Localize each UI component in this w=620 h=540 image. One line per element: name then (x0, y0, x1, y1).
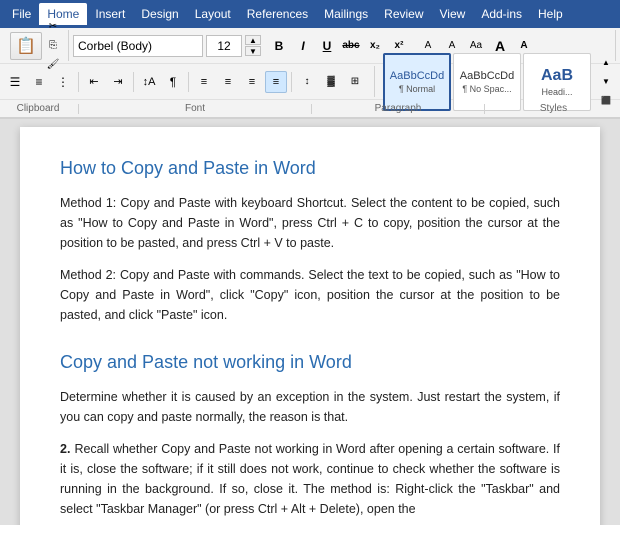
style-nospace[interactable]: AaBbCcDd ¶ No Spac... (453, 53, 521, 111)
menu-design[interactable]: Design (133, 3, 186, 25)
numbering-button[interactable]: ≡ (28, 71, 50, 93)
bullets-button[interactable]: ☰ (4, 71, 26, 93)
paragraph-1: Method 1: Copy and Paste with keyboard S… (60, 193, 560, 253)
borders-button[interactable]: ⊞ (344, 71, 366, 93)
styles-group: AaBbCcDd ¶ Normal AaBbCcDd ¶ No Spac... … (379, 66, 617, 97)
multilevel-list-button[interactable]: ⋮ (52, 71, 74, 93)
justify-button[interactable]: ≡ (265, 71, 287, 93)
style-heading1[interactable]: AaB Headi... (523, 53, 591, 111)
menu-layout[interactable]: Layout (187, 3, 239, 25)
para-num-2: 2. (60, 442, 70, 456)
ribbon-labels: Clipboard Font Paragraph Styles (0, 100, 620, 118)
menu-review[interactable]: Review (376, 3, 431, 25)
align-right-button[interactable]: ≡ (241, 71, 263, 93)
decrease-font-size-button[interactable]: ▼ (245, 46, 261, 56)
copy-button[interactable]: ⎘ (44, 37, 62, 55)
paragraph-label: Paragraph (318, 103, 478, 114)
style-normal-preview: AaBbCcDd (390, 70, 444, 82)
show-hide-button[interactable]: ¶ (162, 71, 184, 93)
heading-1: How to Copy and Paste in Word (60, 155, 560, 183)
align-left-button[interactable]: ≡ (193, 71, 215, 93)
clipboard-group: 📋 ✂ ⎘ 🖌 (4, 30, 69, 61)
strikethrough-button[interactable]: abc (340, 35, 362, 57)
paragraph-4-text: Recall whether Copy and Paste not workin… (60, 442, 560, 516)
menu-references[interactable]: References (239, 3, 316, 25)
shading-button[interactable]: ▓ (320, 71, 342, 93)
ribbon-row2: ☰ ≡ ⋮ ⇤ ⇥ ↕A ¶ ≡ ≡ ≡ ≡ ↕ ▓ (0, 64, 620, 100)
increase-indent-button[interactable]: ⇥ (107, 71, 129, 93)
menu-bar: File Home Insert Design Layout Reference… (0, 0, 620, 28)
paragraph-group: ☰ ≡ ⋮ ⇤ ⇥ ↕A ¶ ≡ ≡ ≡ ≡ ↕ ▓ (4, 66, 375, 97)
menu-insert[interactable]: Insert (87, 3, 133, 25)
paragraph-2: Method 2: Copy and Paste with commands. … (60, 265, 560, 325)
style-heading1-label: Headi... (541, 87, 572, 97)
line-spacing-button[interactable]: ↕ (296, 71, 318, 93)
document-area[interactable]: How to Copy and Paste in Word Method 1: … (0, 119, 620, 525)
styles-scroll-down[interactable]: ▼ (595, 72, 617, 91)
cut-button[interactable]: ✂ (44, 18, 62, 36)
menu-help[interactable]: Help (530, 3, 571, 25)
paragraph-3: Determine whether it is caused by an exc… (60, 387, 560, 427)
style-normal[interactable]: AaBbCcDd ¶ Normal (383, 53, 451, 111)
menu-addins[interactable]: Add-ins (473, 3, 530, 25)
style-nospace-preview: AaBbCcDd (460, 70, 514, 82)
align-center-button[interactable]: ≡ (217, 71, 239, 93)
styles-scroll-up[interactable]: ▲ (595, 53, 617, 72)
menu-mailings[interactable]: Mailings (316, 3, 376, 25)
styles-label: Styles (491, 103, 616, 114)
increase-font-size-button[interactable]: ▲ (245, 35, 261, 45)
heading-2: Copy and Paste not working in Word (60, 349, 560, 377)
font-size-controls: ▲ ▼ (245, 35, 261, 56)
font-size-input[interactable] (206, 35, 242, 57)
ribbon: 📋 ✂ ⎘ 🖌 ▲ ▼ B I U abc x₂ (0, 28, 620, 119)
italic-button[interactable]: I (292, 35, 314, 57)
style-heading1-preview: AaB (541, 67, 573, 85)
document-page: How to Copy and Paste in Word Method 1: … (20, 127, 600, 525)
menu-view[interactable]: View (432, 3, 474, 25)
style-normal-label: ¶ Normal (399, 84, 435, 94)
underline-button[interactable]: U (316, 35, 338, 57)
font-name-input[interactable] (73, 35, 203, 57)
font-label: Font (85, 103, 305, 114)
paragraph-4: 2.Recall whether Copy and Paste not work… (60, 439, 560, 519)
clipboard-label: Clipboard (4, 103, 72, 114)
style-nospace-label: ¶ No Spac... (462, 84, 511, 94)
sort-button[interactable]: ↕A (138, 71, 160, 93)
bold-button[interactable]: B (268, 35, 290, 57)
paste-button[interactable]: 📋 (10, 32, 42, 60)
decrease-indent-button[interactable]: ⇤ (83, 71, 105, 93)
